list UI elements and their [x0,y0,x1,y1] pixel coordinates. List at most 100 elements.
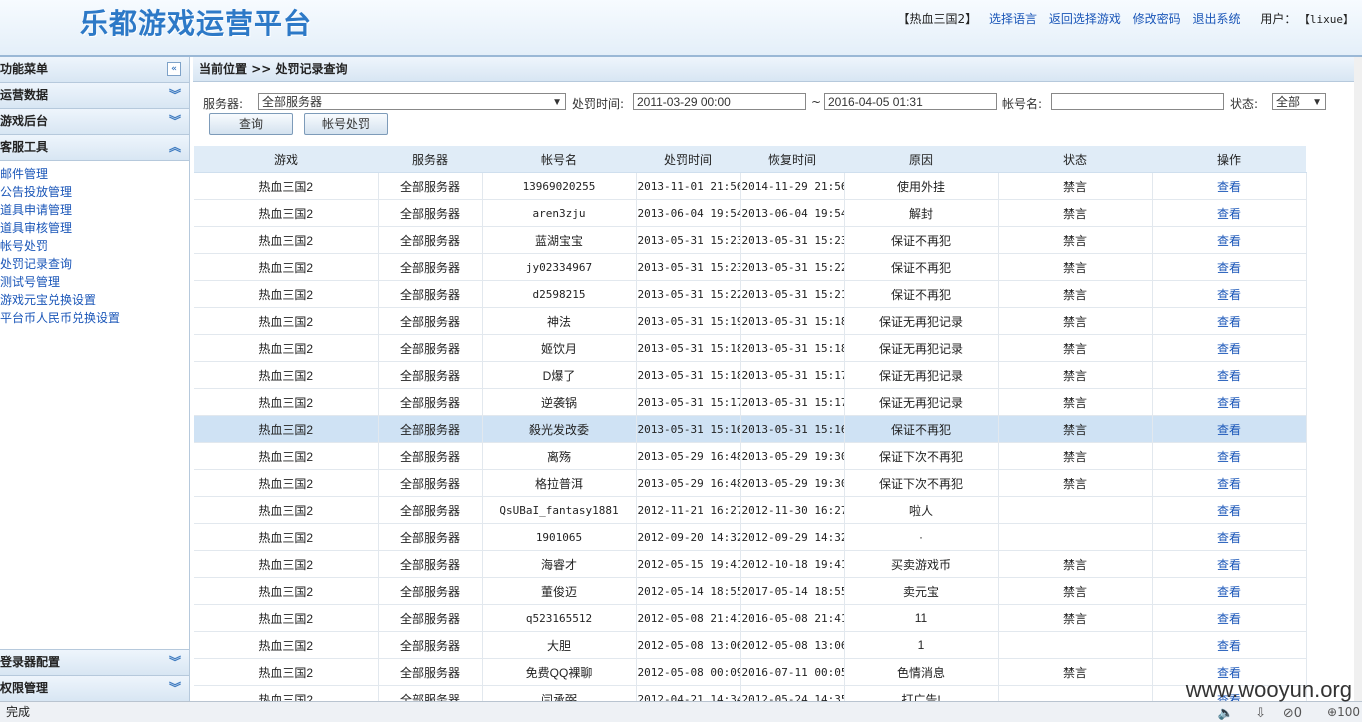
sidebar-item-test-accounts[interactable]: 测试号管理 [0,273,189,291]
time-to-input[interactable]: 2016-04-05 01:31 [824,93,997,110]
table-row: 热血三国2 全部服务器 逆袭锅 2013-05-31 15:17 2013-05-31 … [194,388,1307,416]
sidebar-bottom: 登录器配置 ︾ 权限管理 ︾ [0,649,189,702]
table-cell: 1901065 [482,523,637,551]
table-cell: 热血三国2 [194,280,379,308]
sidebar-section-perm[interactable]: 权限管理 ︾ [0,676,189,702]
table-cell [998,631,1153,659]
view-link[interactable]: 查看 [1152,307,1307,335]
collapse-sidebar-icon[interactable]: « [167,62,181,76]
speaker-icon[interactable]: 🔈 [1218,704,1234,724]
table-cell: 2013-05-29 19:30 [740,469,845,497]
table-cell: jy02334967 [482,253,637,281]
sidebar-item-item-review[interactable]: 道具审核管理 [0,219,189,237]
table-cell: 全部服务器 [378,442,483,470]
blocked-count: 0 [1293,706,1302,721]
change-password-link[interactable]: 修改密码 [1133,12,1181,26]
table-cell: 2012-09-20 14:32 [636,523,741,551]
table-row: 热血三国2 全部服务器 董俊迈 2012-05-14 18:55 2017-05-14 … [194,577,1307,605]
view-link[interactable]: 查看 [1152,496,1307,524]
view-link[interactable]: 查看 [1152,388,1307,416]
view-link[interactable]: 查看 [1152,604,1307,632]
table-cell: 2013-05-31 15:18 [740,307,845,335]
view-link[interactable]: 查看 [1152,523,1307,551]
table-cell: 热血三国2 [194,226,379,254]
view-link[interactable]: 查看 [1152,361,1307,389]
breadcrumb: 当前位置 >> 处罚记录查询 [193,57,1362,82]
table-cell: 保证不再犯 [844,253,999,281]
select-language-link[interactable]: 选择语言 [989,12,1037,26]
sidebar-item-mail[interactable]: 邮件管理 [0,165,189,183]
account-punish-button[interactable]: 帐号处罚 [304,113,388,135]
sidebar-item-item-request[interactable]: 道具申请管理 [0,201,189,219]
sidebar-item-rmb-exchange[interactable]: 平台币人民币兑换设置 [0,309,189,327]
zoom-level[interactable]: ⊕100 [1327,702,1360,722]
table-cell: 2013-06-04 19:54 [636,199,741,227]
table-cell: 全部服务器 [378,604,483,632]
top-nav: 【热血三国2】 选择语言 返回选择游戏 修改密码 退出系统 用户： 【lixue】 [890,10,1354,27]
current-game: 【热血三国2】 [897,12,978,26]
table-row: 热血三国2 全部服务器 海睿才 2012-05-15 19:41 2012-10-18 … [194,550,1307,578]
view-link[interactable]: 查看 [1152,280,1307,308]
view-link[interactable]: 查看 [1152,631,1307,659]
table-cell: 2013-11-01 21:56 [636,172,741,200]
table-cell: 热血三国2 [194,550,379,578]
view-link[interactable]: 查看 [1152,253,1307,281]
view-link[interactable]: 查看 [1152,550,1307,578]
status-select[interactable]: 全部 ▼ [1272,93,1326,110]
view-link[interactable]: 查看 [1152,172,1307,200]
table-row: 热血三国2 全部服务器 aren3zju 2013-06-04 19:54 2013-0… [194,199,1307,227]
sidebar-section-ops[interactable]: 运营数据 ︾ [0,83,189,109]
table-cell: 2014-11-29 21:56 [740,172,845,200]
table-row: 热血三国2 全部服务器 神法 2013-05-31 15:19 2013-05-31 1… [194,307,1307,335]
view-link[interactable]: 查看 [1152,334,1307,362]
sidebar-item-punish-records[interactable]: 处罚记录查询 [0,255,189,273]
time-from-input[interactable]: 2011-03-29 00:00 [633,93,806,110]
block-icon[interactable]: ⊘0 [1283,704,1302,724]
back-to-game-select-link[interactable]: 返回选择游戏 [1049,12,1121,26]
status-text: 完成 [6,705,31,719]
chevron-down-icon: ︾ [168,681,181,695]
download-icon[interactable]: ⇩ [1255,704,1266,724]
sidebar-section-backend[interactable]: 游戏后台 ︾ [0,109,189,135]
user-name: 【lixue】 [1304,13,1354,26]
breadcrumb-page: 处罚记录查询 [275,62,348,76]
view-link[interactable]: 查看 [1152,199,1307,227]
view-link[interactable]: 查看 [1152,415,1307,443]
table-cell: 热血三国2 [194,577,379,605]
vertical-scrollbar[interactable] [1354,57,1362,702]
sidebar-item-yuanbao-exchange[interactable]: 游戏元宝兑换设置 [0,291,189,309]
sidebar-section-login[interactable]: 登录器配置 ︾ [0,649,189,676]
table-cell: 2013-05-31 15:19 [636,307,741,335]
server-select[interactable]: 全部服务器 ▼ [258,93,566,110]
sidebar-item-announcement[interactable]: 公告投放管理 [0,183,189,201]
table-cell: 全部服务器 [378,334,483,362]
sidebar-section-cs[interactable]: 客服工具 ︽ [0,135,189,161]
table-cell: 全部服务器 [378,631,483,659]
table-cell: 解封 [844,199,999,227]
sidebar-item-account-punish[interactable]: 帐号处罚 [0,237,189,255]
view-link[interactable]: 查看 [1152,577,1307,605]
table-cell: D爆了 [482,361,637,389]
table-cell: · [844,523,999,551]
table-cell: 热血三国2 [194,199,379,227]
table-cell: 禁言 [998,604,1153,632]
breadcrumb-separator: >> [251,62,272,76]
table-cell: 禁言 [998,253,1153,281]
query-button[interactable]: 查询 [209,113,293,135]
table-cell: 热血三国2 [194,307,379,335]
view-link[interactable]: 查看 [1152,469,1307,497]
section-label: 客服工具 [0,140,49,154]
view-link[interactable]: 查看 [1152,442,1307,470]
view-link[interactable]: 查看 [1152,226,1307,254]
table-cell: 全部服务器 [378,199,483,227]
account-input[interactable] [1051,93,1224,110]
logout-link[interactable]: 退出系统 [1193,12,1241,26]
table-cell: 买卖游戏币 [844,550,999,578]
table-cell: 2013-05-31 15:18 [636,334,741,362]
table-cell: 殺光发改委 [482,415,637,443]
table-cell: 2012-05-08 13:06 [636,631,741,659]
table-cell: 2013-05-31 15:18 [636,361,741,389]
table-row: 热血三国2 全部服务器 离殇 2013-05-29 16:48 2013-05-29 1… [194,442,1307,470]
table-cell: aren3zju [482,199,637,227]
dropdown-arrow-icon: ▼ [552,97,562,108]
